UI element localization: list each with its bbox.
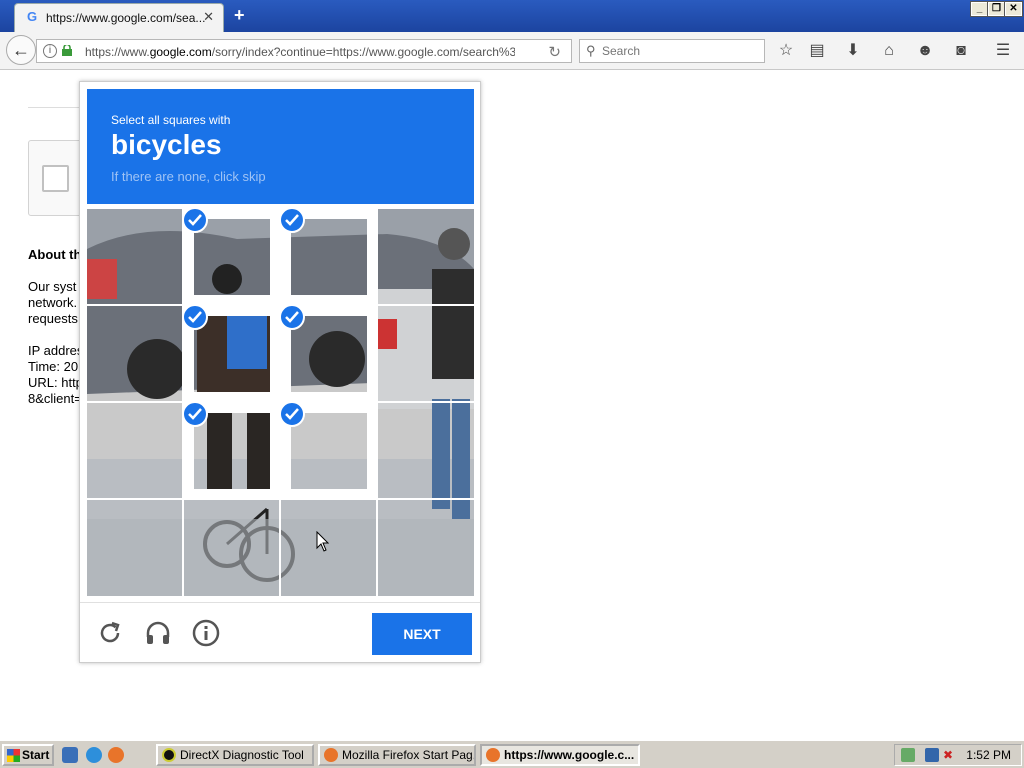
browser-tab[interactable]: G https://www.google.com/sea... ✕ — [14, 3, 224, 32]
grid-tile-15[interactable] — [378, 500, 474, 596]
volume-muted-icon[interactable]: ✖ — [943, 748, 957, 762]
clock: 1:52 PM — [966, 748, 1011, 762]
grid-tile-2[interactable] — [279, 209, 377, 305]
challenge-instruction: Select all squares with — [111, 113, 231, 127]
directx-icon — [162, 748, 176, 762]
page-text-line: IP addres — [28, 343, 84, 358]
minimize-button[interactable]: _ — [970, 1, 989, 17]
show-desktop-icon[interactable] — [62, 747, 78, 763]
tab-close-icon[interactable]: ✕ — [203, 9, 214, 25]
grid-tile-9[interactable] — [182, 401, 280, 499]
grid-tile-1[interactable] — [182, 209, 280, 305]
search-input[interactable] — [602, 43, 752, 59]
close-window-button[interactable]: ✕ — [1004, 1, 1023, 17]
about-heading: About th — [28, 247, 82, 262]
security-shield-icon[interactable] — [901, 748, 915, 762]
audio-challenge-icon[interactable] — [144, 619, 172, 647]
internet-explorer-icon[interactable] — [86, 747, 102, 763]
grid-tile-0[interactable] — [87, 209, 183, 305]
network-icon[interactable] — [925, 748, 939, 762]
lock-icon — [62, 45, 72, 56]
reload-challenge-icon[interactable] — [96, 619, 124, 647]
checkmark-icon — [279, 304, 305, 330]
system-tray: ✖ 1:52 PM — [894, 744, 1022, 766]
task-firefox-start[interactable]: Mozilla Firefox Start Pag... — [318, 744, 476, 766]
page-text-line: network. — [28, 295, 78, 310]
reading-list-icon[interactable]: ▤ — [807, 41, 827, 61]
firefox-icon[interactable] — [108, 747, 124, 763]
menu-icon[interactable]: ☰ — [993, 41, 1013, 61]
info-icon[interactable]: i — [43, 44, 57, 58]
grid-divider — [87, 401, 474, 403]
home-icon[interactable]: ⌂ — [879, 41, 899, 61]
grid-tile-7[interactable] — [378, 306, 474, 402]
help-info-icon[interactable] — [192, 619, 220, 647]
grid-tile-10[interactable] — [279, 401, 377, 499]
checkmark-icon — [182, 401, 208, 427]
not-a-robot-checkbox[interactable] — [42, 165, 69, 192]
search-icon: ⚲ — [586, 43, 596, 58]
grid-tile-3[interactable] — [378, 209, 474, 305]
page-text-line: Time: 20 — [28, 359, 79, 374]
tab-title: https://www.google.com/sea... — [46, 11, 206, 25]
mouse-cursor-icon — [316, 531, 330, 552]
downloads-icon[interactable]: ⬇ — [843, 41, 863, 61]
firefox-icon — [486, 748, 500, 762]
grid-tile-11[interactable] — [378, 403, 474, 499]
page-text-line: requests — [28, 311, 78, 326]
grid-tile-13[interactable] — [184, 500, 280, 596]
url-bar[interactable]: i https://www.google.com/sorry/index?con… — [36, 39, 572, 63]
firefox-icon — [324, 748, 338, 762]
challenge-target: bicycles — [111, 129, 222, 160]
task-label: https://www.google.c... — [504, 748, 635, 762]
page-text-line: URL: http — [28, 375, 83, 390]
restore-button[interactable]: ❐ — [987, 1, 1006, 17]
challenge-hint: If there are none, click skip — [111, 169, 266, 184]
page-text-line: 8&client= — [28, 391, 82, 406]
next-button[interactable]: NEXT — [372, 613, 472, 655]
url-text: https://www.google.com/sorry/index?conti… — [85, 45, 515, 59]
recaptcha-challenge: Select all squares with bicycles If ther… — [79, 81, 481, 663]
grid-tile-4[interactable] — [87, 306, 183, 402]
browser-titlebar: G https://www.google.com/sea... ✕ + _ ❐ … — [0, 0, 1024, 32]
task-label: Mozilla Firefox Start Pag... — [342, 748, 476, 762]
hello-chat-icon[interactable]: ☻ — [915, 41, 935, 61]
task-directx[interactable]: DirectX Diagnostic Tool — [156, 744, 314, 766]
new-tab-icon[interactable]: + — [234, 5, 245, 26]
back-button[interactable]: ← — [6, 35, 36, 65]
challenge-footer: NEXT — [80, 602, 480, 662]
grid-divider — [87, 498, 474, 500]
checkmark-icon — [182, 304, 208, 330]
pocket-icon[interactable]: ◙ — [951, 41, 971, 61]
grid-tile-8[interactable] — [87, 403, 183, 499]
navigation-toolbar: ← i https://www.google.com/sorry/index?c… — [0, 32, 1024, 70]
start-label: Start — [22, 748, 50, 762]
grid-divider — [87, 304, 474, 306]
taskbar: Start DirectX Diagnostic Tool Mozilla Fi… — [0, 740, 1024, 768]
challenge-header: Select all squares with bicycles If ther… — [87, 89, 474, 204]
start-button[interactable]: Start — [2, 744, 54, 766]
image-grid — [87, 209, 474, 596]
reload-icon[interactable]: ↻ — [548, 43, 561, 61]
google-favicon-icon: G — [26, 9, 38, 24]
bookmark-star-icon[interactable]: ☆ — [776, 41, 796, 61]
checkmark-icon — [279, 401, 305, 427]
page-text-line: Our syst — [28, 279, 77, 294]
grid-tile-12[interactable] — [87, 500, 183, 596]
search-bar[interactable]: ⚲ — [579, 39, 765, 63]
grid-tile-5[interactable] — [182, 304, 280, 402]
windows-logo-icon — [7, 749, 20, 762]
task-label: DirectX Diagnostic Tool — [180, 748, 304, 762]
task-google[interactable]: https://www.google.c... — [480, 744, 640, 766]
grid-tile-6[interactable] — [279, 304, 377, 402]
